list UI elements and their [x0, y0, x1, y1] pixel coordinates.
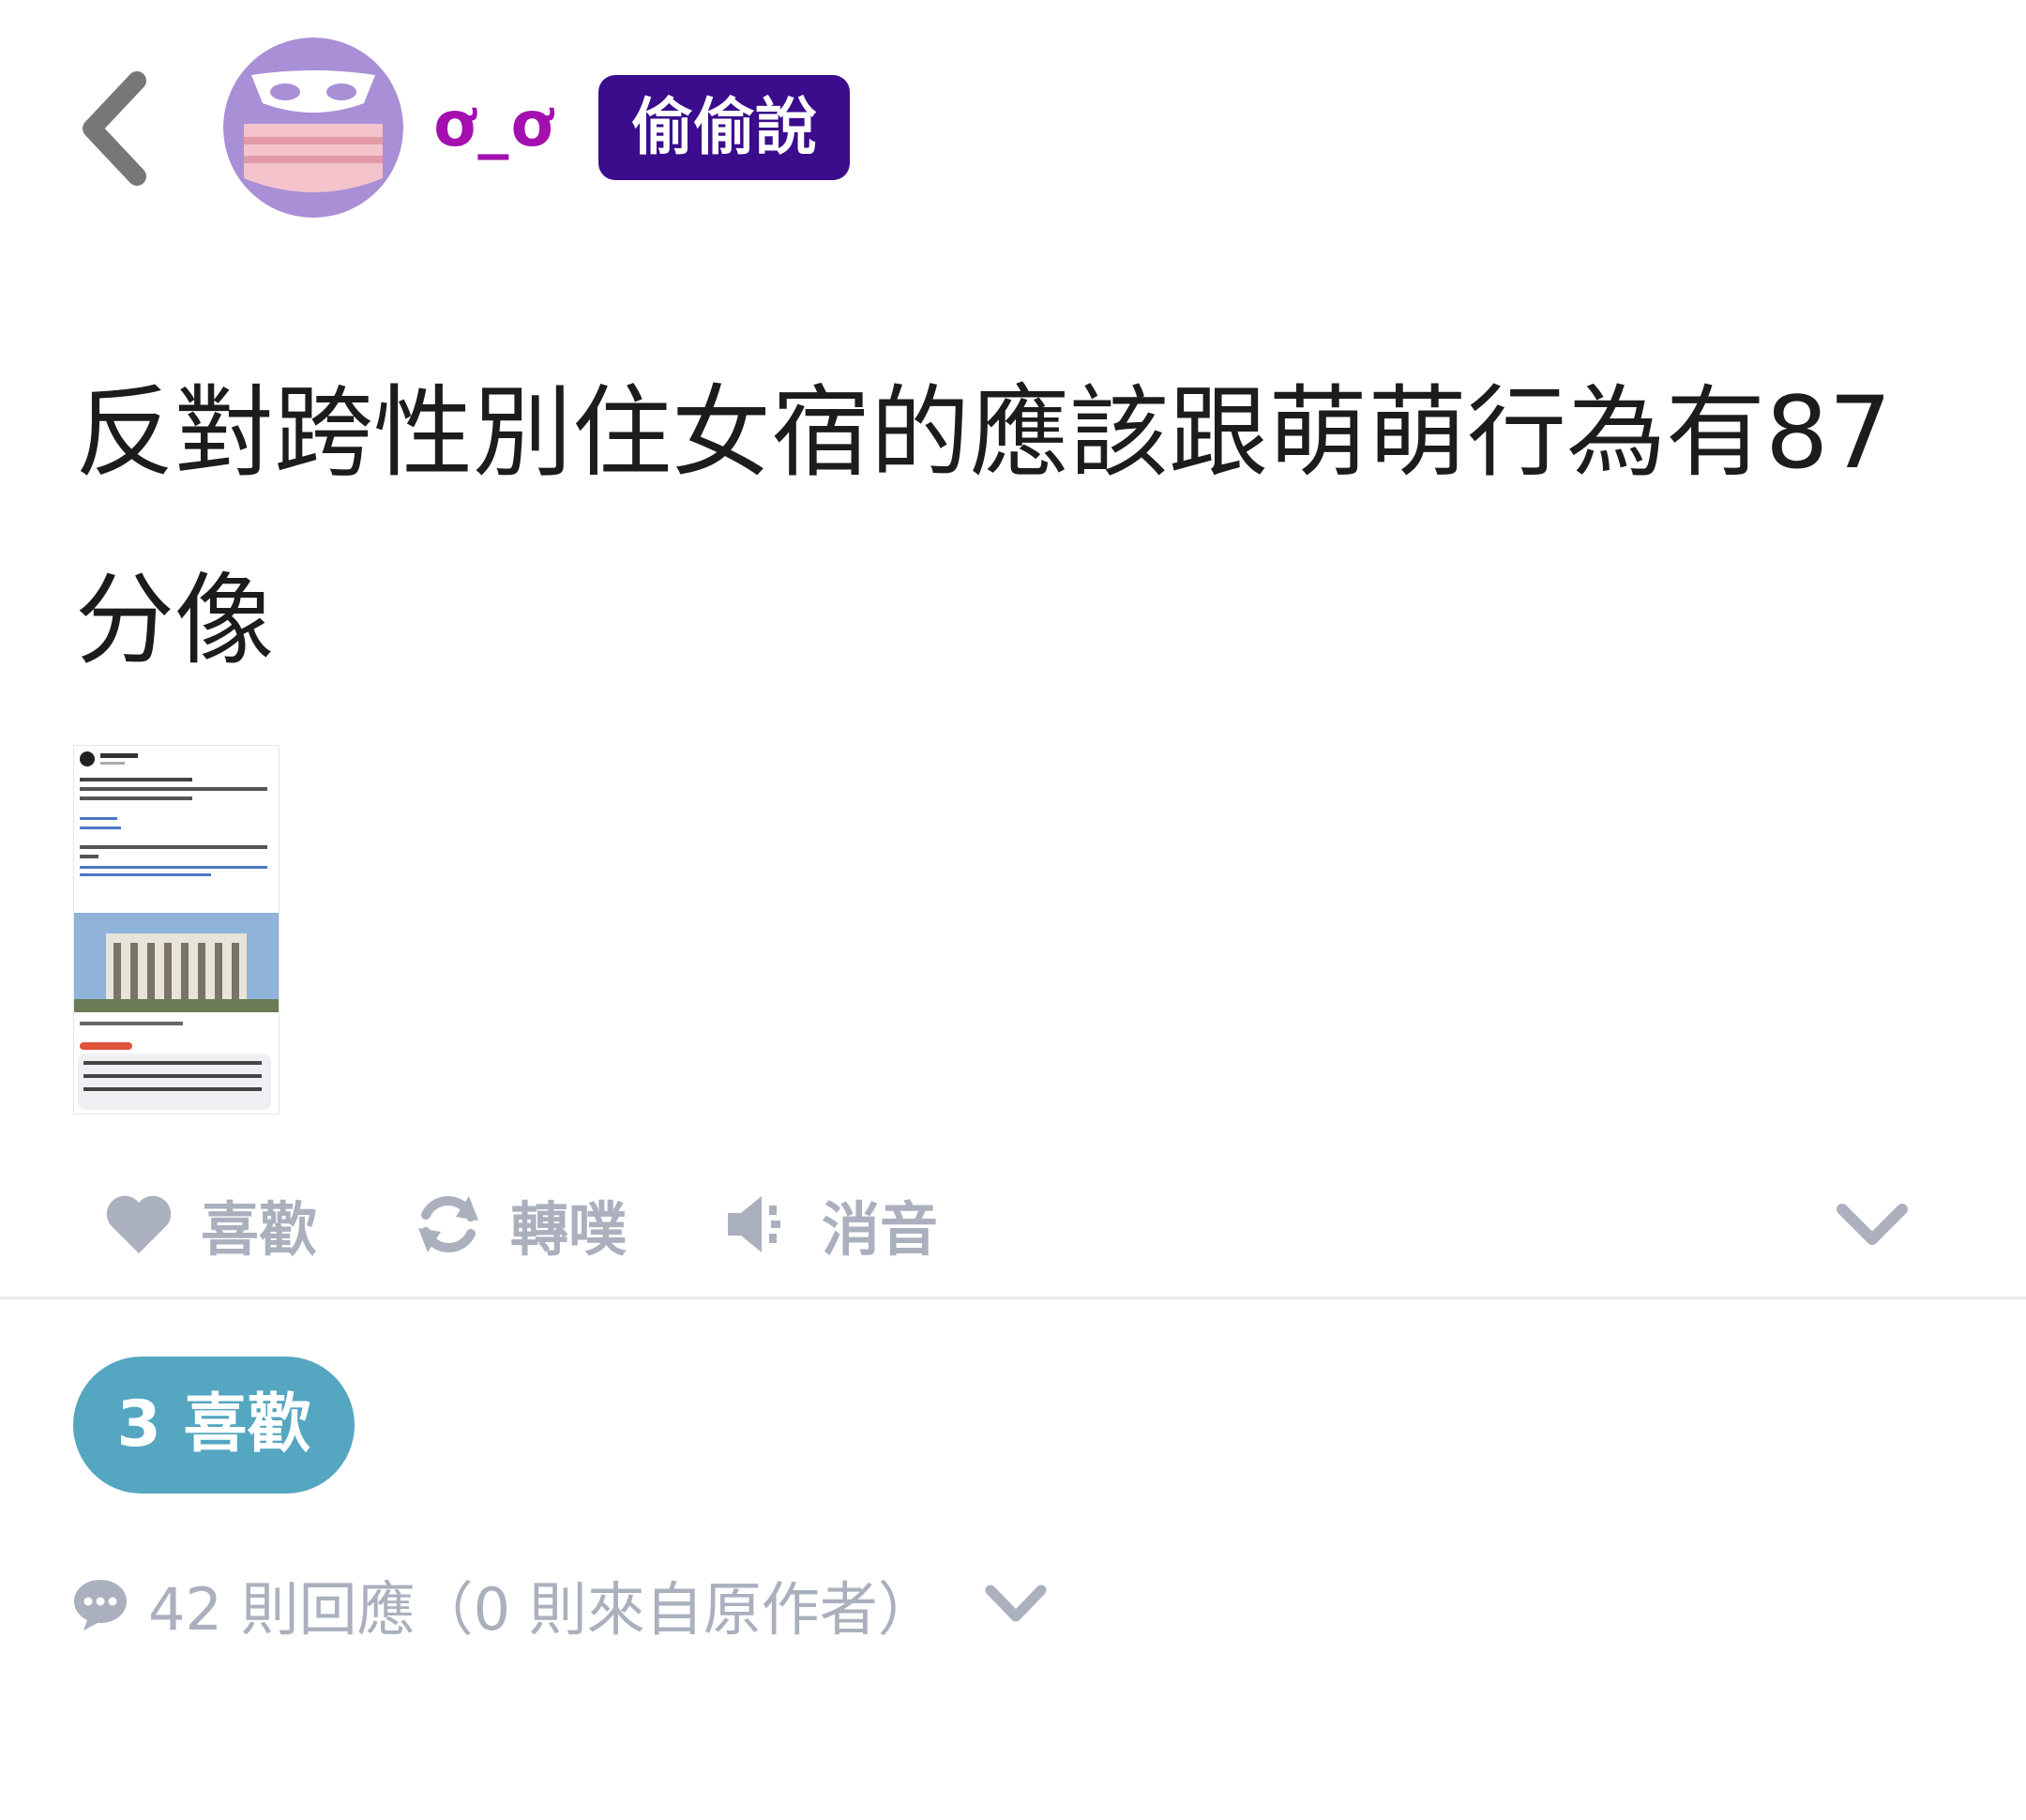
masked-owl-avatar-icon — [223, 38, 403, 218]
chevron-left-icon — [83, 71, 146, 186]
replurk-label: 轉噗 — [510, 1195, 627, 1264]
heart-icon — [106, 1195, 172, 1253]
replies-label: 42 則回應（0 則來自原作者） — [148, 1575, 936, 1644]
back-button[interactable] — [73, 68, 158, 190]
chevron-down-icon — [1837, 1204, 1908, 1245]
more-options-button[interactable] — [1835, 1173, 1936, 1276]
post-content: 反對跨性別住女宿的應該跟萌萌行為有87分像 — [75, 375, 1892, 678]
refresh-icon — [418, 1195, 478, 1253]
divider — [0, 1297, 2026, 1299]
like-label: 喜歡 — [201, 1195, 318, 1264]
like-button[interactable]: 喜歡 — [103, 1173, 317, 1276]
attachment-thumbnail[interactable] — [73, 745, 280, 1115]
mute-label: 消音 — [822, 1195, 939, 1264]
author-name[interactable]: ơ_ơ — [433, 83, 555, 167]
speaker-mute-icon — [728, 1196, 780, 1252]
likes-count-button[interactable]: 3 喜歡 — [73, 1357, 355, 1494]
mute-button[interactable]: 消音 — [724, 1173, 938, 1276]
qualifier-tag: 偷偷說 — [598, 75, 850, 180]
avatar[interactable] — [223, 38, 403, 218]
chevron-down-icon — [985, 1585, 1047, 1622]
speech-bubble-icon — [74, 1580, 127, 1630]
screenshot-image — [74, 746, 279, 1114]
action-bar: 喜歡 轉噗 消音 — [0, 1173, 2026, 1276]
replurk-button[interactable]: 轉噗 — [413, 1173, 627, 1276]
post-header: ơ_ơ 偷偷說 — [0, 0, 2026, 244]
replies-toggle[interactable]: 42 則回應（0 則來自原作者） — [71, 1557, 1067, 1651]
